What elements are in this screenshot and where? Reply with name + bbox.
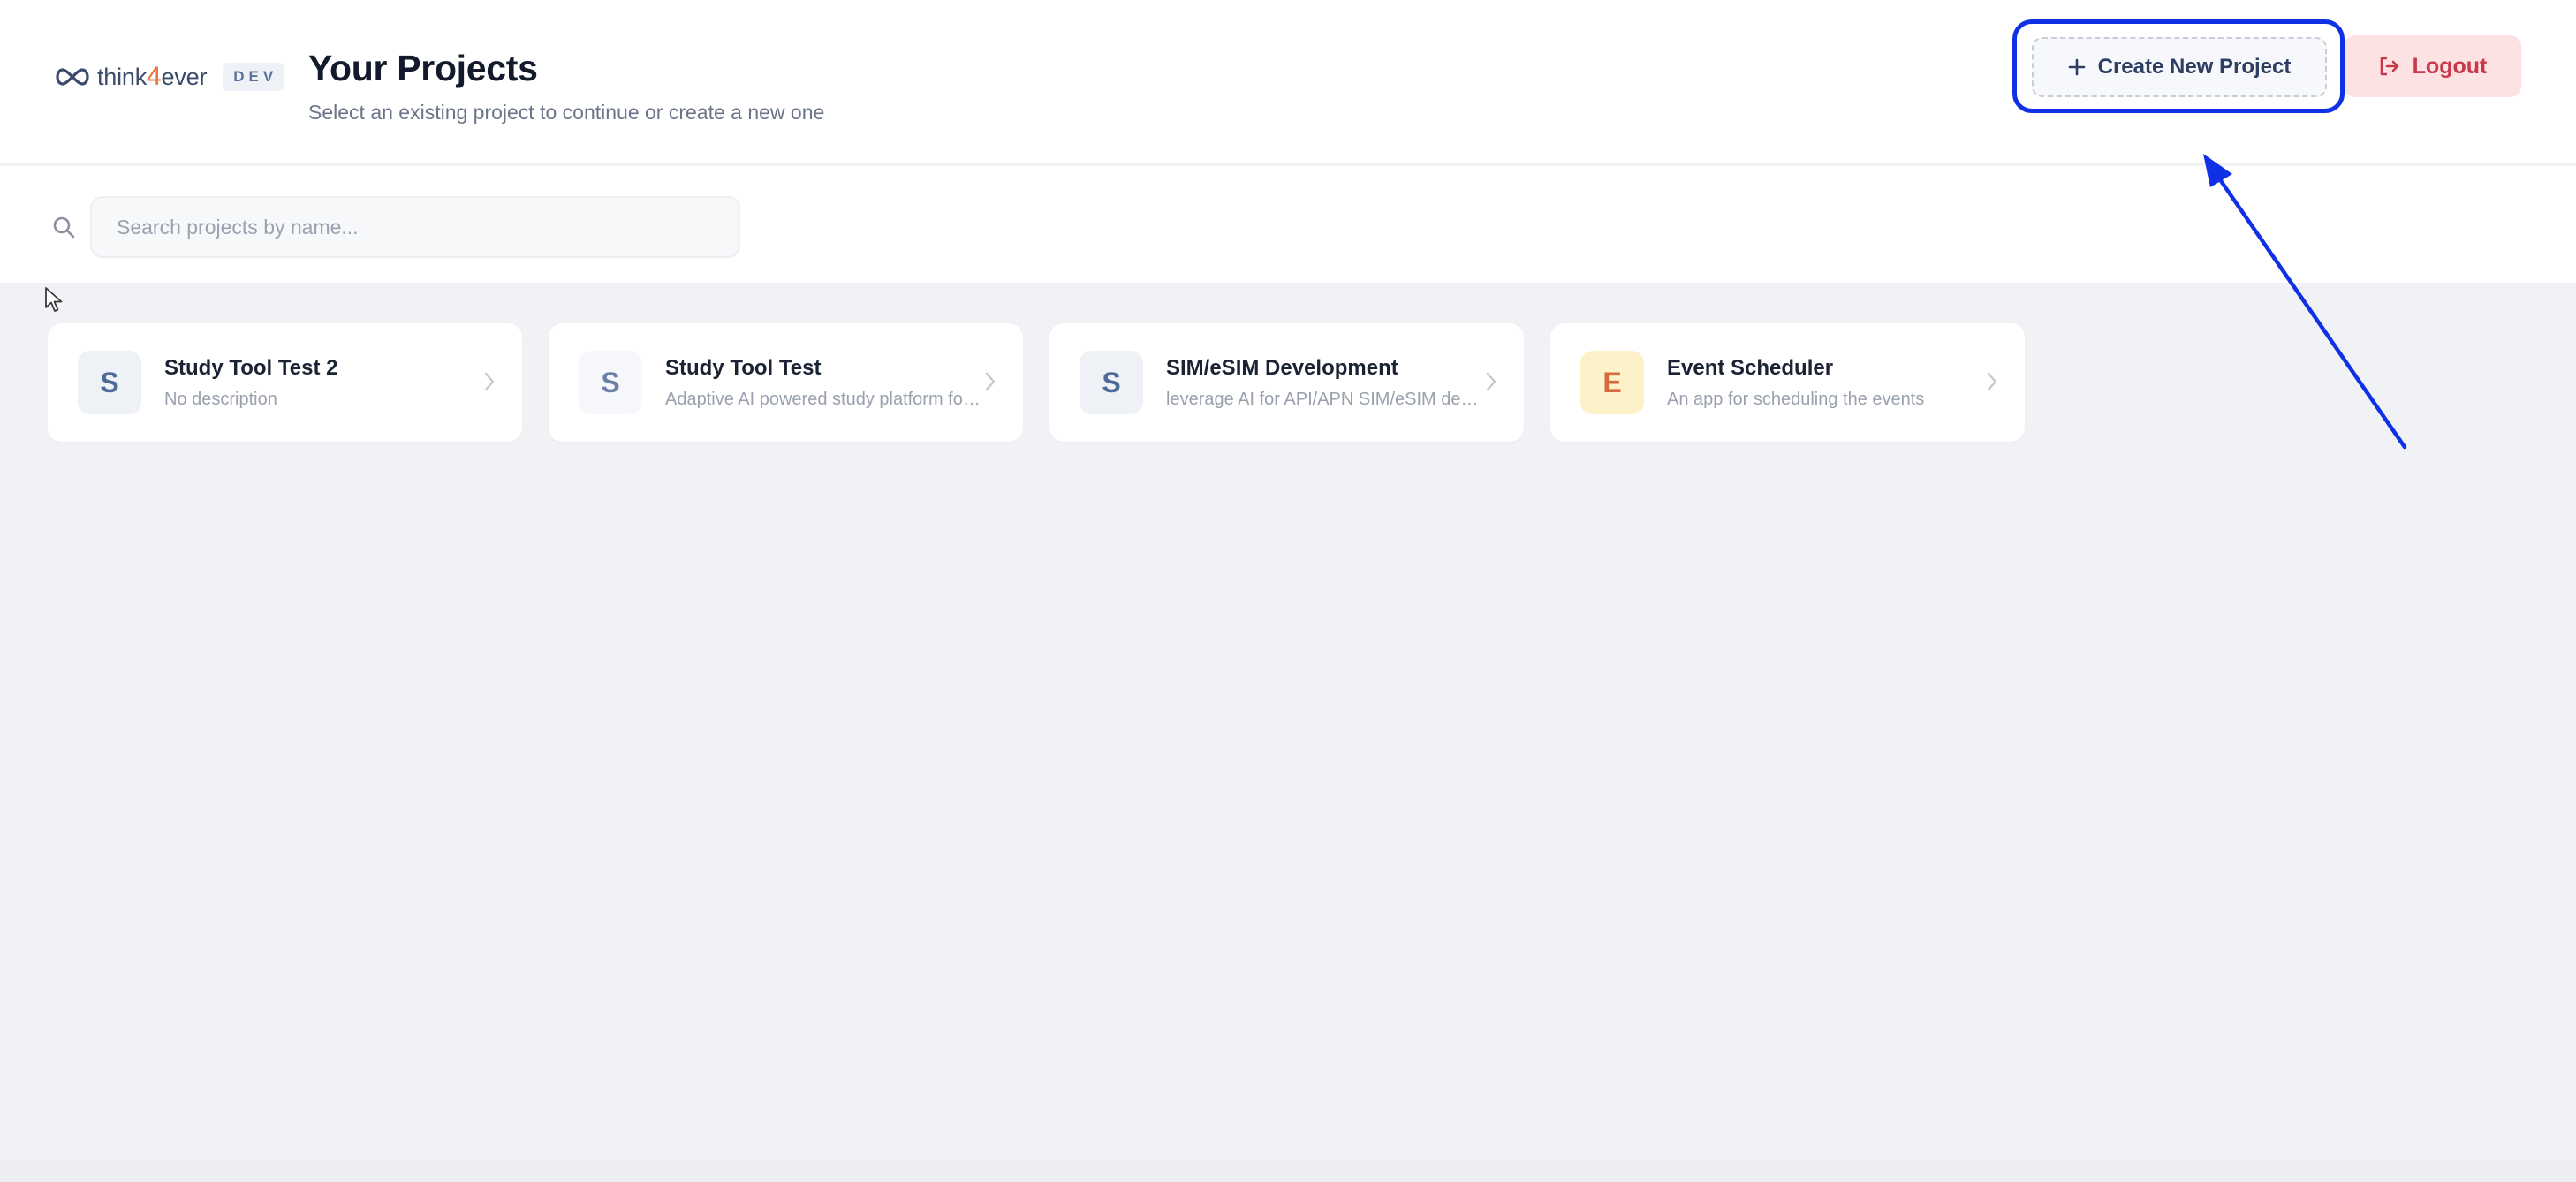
brand-name-accent: 4 xyxy=(147,62,162,91)
brand-name-suffix: ever xyxy=(161,64,208,90)
project-card-body: Event Scheduler An app for scheduling th… xyxy=(1667,356,1985,410)
project-card-body: SIM/eSIM Development leverage AI for API… xyxy=(1166,356,1484,410)
project-description: Adaptive AI powered study platform for s… xyxy=(665,389,983,409)
search-input[interactable] xyxy=(90,196,740,258)
project-name: Study Tool Test xyxy=(665,355,822,380)
brand-name: think4ever xyxy=(97,62,207,92)
logout-icon xyxy=(2380,57,2398,76)
create-new-project-label: Create New Project xyxy=(2097,55,2292,79)
chevron-right-icon xyxy=(985,372,996,391)
page-subtitle: Select an existing project to continue o… xyxy=(308,101,825,124)
project-description: An app for scheduling the events xyxy=(1667,389,1925,409)
plus-icon xyxy=(2068,58,2085,76)
brand-logo[interactable]: think4ever DEV xyxy=(53,57,285,97)
page-title: Your Projects xyxy=(308,48,538,88)
chevron-right-icon xyxy=(1486,372,1496,391)
project-avatar: S xyxy=(1080,351,1143,414)
project-list: S Study Tool Test 2 No description S Stu… xyxy=(48,323,2051,442)
project-description: leverage AI for API/APN SIM/eSIM develop… xyxy=(1166,389,1484,409)
search-bar xyxy=(0,166,2576,283)
project-card-body: Study Tool Test Adaptive AI powered stud… xyxy=(665,356,983,410)
project-card-event-scheduler[interactable]: E Event Scheduler An app for scheduling … xyxy=(1550,323,2025,442)
project-avatar: S xyxy=(579,351,642,414)
project-avatar: E xyxy=(1580,351,1644,414)
search-icon xyxy=(53,216,75,239)
project-card-study-tool-test[interactable]: S Study Tool Test Adaptive AI powered st… xyxy=(549,323,1023,442)
project-avatar: S xyxy=(78,351,141,414)
project-name: Event Scheduler xyxy=(1667,355,1834,380)
logout-button[interactable]: Logout xyxy=(2345,35,2521,97)
top-header: think4ever DEV Your Projects Select an e… xyxy=(0,0,2576,164)
logout-label: Logout xyxy=(2412,53,2488,79)
project-card-study-tool-test-2[interactable]: S Study Tool Test 2 No description xyxy=(48,323,522,442)
project-card-body: Study Tool Test 2 No description xyxy=(164,356,482,410)
project-description: No description xyxy=(164,389,277,409)
project-card-sim-esim-development[interactable]: S SIM/eSIM Development leverage AI for A… xyxy=(1049,323,1524,442)
create-new-project-button[interactable]: Create New Project xyxy=(2032,37,2327,97)
project-name: Study Tool Test 2 xyxy=(164,355,338,380)
bottom-bar xyxy=(0,1159,2576,1182)
infinity-icon xyxy=(56,68,89,86)
chevron-right-icon xyxy=(1987,372,1997,391)
env-badge: DEV xyxy=(223,63,285,91)
project-name: SIM/eSIM Development xyxy=(1166,355,1398,380)
brand-name-prefix: think xyxy=(97,64,148,90)
chevron-right-icon xyxy=(484,372,495,391)
mouse-pointer-icon xyxy=(45,287,63,312)
